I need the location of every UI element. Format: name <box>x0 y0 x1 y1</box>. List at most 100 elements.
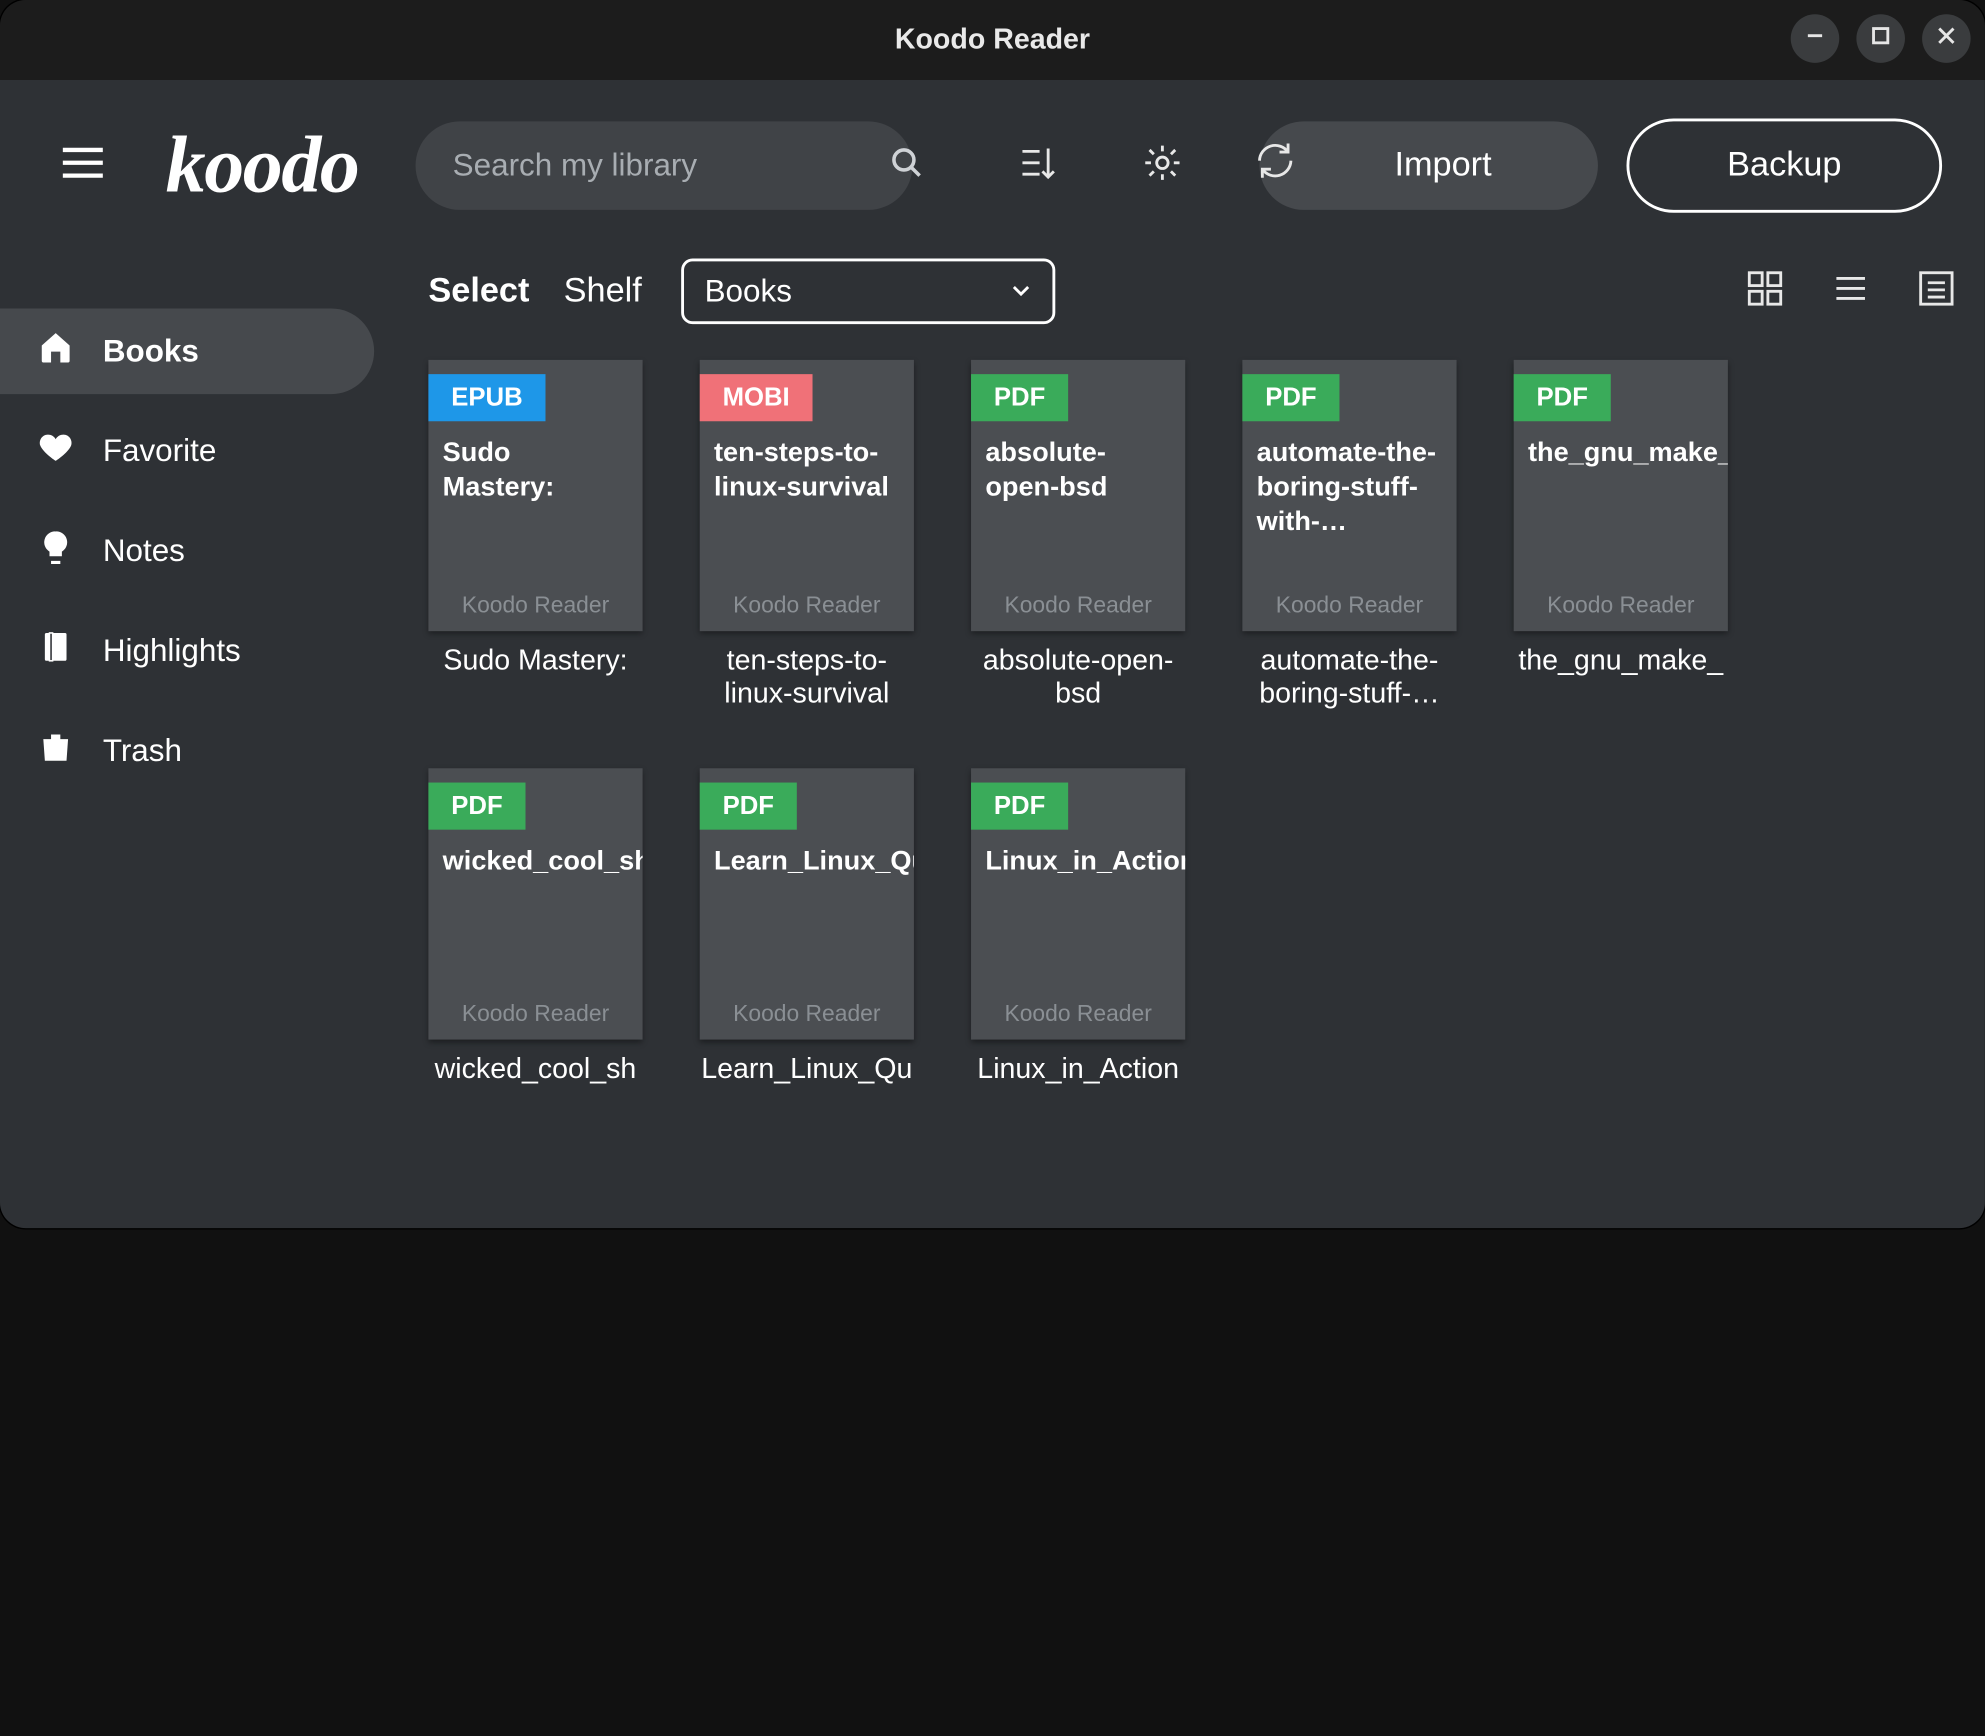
book-item: PDF absolute-open-bsd Koodo Reader absolute… <box>971 360 1185 711</box>
app-logo: koodo <box>166 120 359 211</box>
sort-icon <box>1017 141 1060 191</box>
sidebar-item-label: Books <box>103 333 199 370</box>
settings-button[interactable] <box>1136 141 1188 191</box>
detail-icon <box>1916 289 1956 313</box>
minimize-icon <box>1804 24 1827 54</box>
book-cover[interactable]: PDF absolute-open-bsd Koodo Reader <box>971 360 1185 631</box>
search-input[interactable] <box>450 146 867 186</box>
book-cover[interactable]: PDFthe_gnu_make_bookKoodo Reader <box>1514 360 1728 631</box>
cover-footer: Koodo Reader <box>428 1002 642 1028</box>
book-cover[interactable]: PDF Linux_in_Action Koodo Reader <box>971 768 1185 1039</box>
shelf-select[interactable]: Books <box>682 258 1056 324</box>
sidebar-item-label: Highlights <box>103 633 241 670</box>
book-grid: EPUB Sudo Mastery: Koodo Reader Sudo Master… <box>428 360 1956 1087</box>
book-cover[interactable]: EPUB Sudo Mastery: Koodo Reader <box>428 360 642 631</box>
book-cover[interactable]: PDF automate-the-boring-stuff-with-… Koodo… <box>1242 360 1456 631</box>
sidebar-item-favorite[interactable]: Favorite <box>0 408 374 494</box>
highlights-icon <box>37 628 74 674</box>
book-caption: absolute-open-bsd <box>971 645 1185 711</box>
cover-footer: Koodo Reader <box>700 594 914 620</box>
sidebar-item-label: Favorite <box>103 433 217 470</box>
view-detail-button[interactable] <box>1916 268 1956 315</box>
book-cover[interactable]: PDF wicked_cool_shell_scripts Koodo Reader <box>428 768 642 1039</box>
book-item: EPUB Sudo Mastery: Koodo Reader Sudo Master… <box>428 360 642 711</box>
book-item: PDFthe_gnu_make_bookKoodo Readerthe_gnu_… <box>1514 360 1728 711</box>
chevron-down-icon <box>1010 273 1033 310</box>
book-caption: Learn_Linux_Qu <box>700 1054 914 1087</box>
toolbar: Select Shelf Books <box>428 251 1956 331</box>
book-item: PDF automate-the-boring-stuff-with-… Koodo… <box>1242 360 1456 711</box>
sidebar-item-notes[interactable]: Notes <box>0 508 374 594</box>
backup-button[interactable]: Backup <box>1627 119 1943 213</box>
import-button[interactable]: Import <box>1260 121 1598 210</box>
gear-icon <box>1141 141 1184 191</box>
close-button[interactable] <box>1922 14 1971 63</box>
book-caption: the_gnu_make_ <box>1514 645 1728 678</box>
sidebar-item-label: Notes <box>103 533 185 570</box>
titlebar: Koodo Reader <box>0 0 1985 80</box>
cover-title: the_gnu_make_book <box>1514 437 1728 471</box>
format-badge: PDF <box>428 783 525 830</box>
cover-footer: Koodo Reader <box>971 594 1185 620</box>
cover-footer: Koodo Reader <box>1242 594 1456 620</box>
cover-title: Sudo Mastery: <box>428 437 642 505</box>
notes-icon <box>37 528 74 574</box>
sync-icon <box>1251 136 1300 195</box>
book-item: PDF Linux_in_Action Koodo Reader Linux_in_A… <box>971 768 1185 1086</box>
app-body: koodo <box>0 80 1985 1228</box>
book-caption: Sudo Mastery: <box>428 645 642 678</box>
cover-title: absolute-open-bsd <box>971 437 1185 505</box>
minimize-button[interactable] <box>1791 14 1840 63</box>
maximize-icon <box>1869 24 1892 54</box>
menu-button[interactable] <box>57 136 108 195</box>
format-badge: EPUB <box>428 374 545 421</box>
sidebar-item-books[interactable]: Books <box>0 308 374 394</box>
import-label: Import <box>1394 146 1491 186</box>
sort-button[interactable] <box>1012 141 1064 191</box>
book-item: PDF Learn_Linux_Quickly_handbook Koodo Rea… <box>700 768 914 1086</box>
shelf-value: Books <box>705 273 792 310</box>
cover-title: wicked_cool_shell_scripts <box>428 845 642 879</box>
close-icon <box>1935 24 1958 54</box>
book-caption: automate-the-boring-stuff-… <box>1242 645 1456 711</box>
format-badge: PDF <box>1514 374 1611 421</box>
view-grid-button[interactable] <box>1745 268 1785 315</box>
format-badge: PDF <box>971 783 1068 830</box>
cover-title: Learn_Linux_Quickly_handbook <box>700 845 914 879</box>
trash-icon <box>37 728 74 774</box>
app-window: Koodo Reader koodo <box>0 0 1985 1228</box>
cover-title: automate-the-boring-stuff-with-… <box>1242 437 1456 539</box>
window-controls <box>1791 14 1971 63</box>
sidebar-item-label: Trash <box>103 733 182 770</box>
book-cover[interactable]: PDF Learn_Linux_Quickly_handbook Koodo Rea… <box>700 768 914 1039</box>
backup-label: Backup <box>1727 146 1841 186</box>
sidebar: Books Favorite Notes Highlights Trash <box>0 251 400 1228</box>
select-button[interactable]: Select <box>428 271 529 311</box>
search-icon <box>890 145 924 186</box>
hamburger-icon <box>57 169 108 193</box>
cover-footer: Koodo Reader <box>700 1002 914 1028</box>
sidebar-item-trash[interactable]: Trash <box>0 708 374 794</box>
maximize-button[interactable] <box>1856 14 1905 63</box>
cover-title: ten-steps-to-linux-survival <box>700 437 914 505</box>
cover-footer: Koodo Reader <box>428 594 642 620</box>
list-icon <box>1831 289 1871 313</box>
book-item: PDF wicked_cool_shell_scripts Koodo Reader… <box>428 768 642 1086</box>
format-badge: MOBI <box>700 374 813 421</box>
cover-title: Linux_in_Action <box>971 845 1185 879</box>
grid-icon <box>1745 289 1785 313</box>
format-badge: PDF <box>1242 374 1339 421</box>
content-area: Select Shelf Books <box>400 251 1985 1228</box>
search-box[interactable] <box>416 121 913 210</box>
book-caption: ten-steps-to-linux-survival <box>700 645 914 711</box>
header: koodo <box>0 80 1985 251</box>
view-list-button[interactable] <box>1831 268 1871 315</box>
format-badge: PDF <box>971 374 1068 421</box>
book-cover[interactable]: MOBI ten-steps-to-linux-survival Koodo Rea… <box>700 360 914 631</box>
cover-footer: Koodo Reader <box>971 1002 1185 1028</box>
book-caption: Linux_in_Action <box>971 1054 1185 1087</box>
format-badge: PDF <box>700 783 797 830</box>
window-title: Koodo Reader <box>895 24 1090 57</box>
sidebar-item-highlights[interactable]: Highlights <box>0 608 374 694</box>
book-caption: wicked_cool_sh <box>428 1054 642 1087</box>
